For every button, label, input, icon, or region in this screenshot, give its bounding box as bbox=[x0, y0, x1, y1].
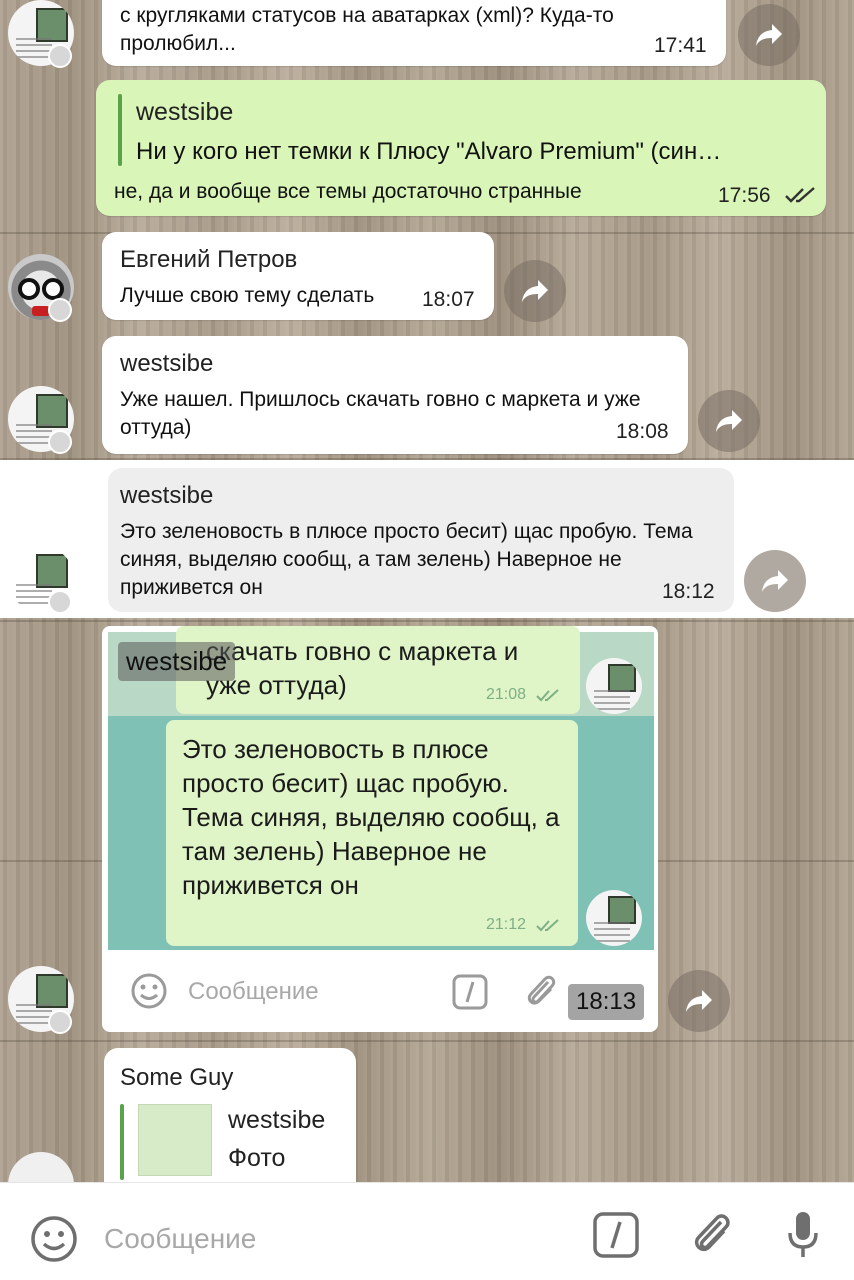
reply-author: westsibe bbox=[228, 1106, 326, 1134]
bot-command-icon[interactable] bbox=[592, 1211, 640, 1259]
share-arrow-icon bbox=[686, 990, 712, 1012]
share-arrow-icon bbox=[762, 570, 788, 592]
reply-text: Ни у кого нет темки к Плюсу "Alvaro Prem… bbox=[136, 138, 722, 165]
photo-top-time: 21:08 bbox=[486, 686, 527, 703]
forward-button[interactable] bbox=[744, 550, 806, 612]
message-bubble[interactable]: westsibe Уже нашел. Пришлось скачать гов… bbox=[102, 336, 688, 454]
reply-photo-thumbnail bbox=[138, 1104, 212, 1176]
microphone-icon[interactable] bbox=[786, 1209, 820, 1261]
status-dot bbox=[48, 430, 72, 454]
status-dot bbox=[48, 298, 72, 322]
message-bubble[interactable]: westsibe Это зеленовость в плюсе просто … bbox=[108, 468, 734, 612]
photo-main-time: 21:12 bbox=[486, 916, 527, 933]
status-dot bbox=[48, 1010, 72, 1034]
message-text: Уже нашел. Пришлось скачать говно с марк… bbox=[120, 388, 641, 439]
share-arrow-icon bbox=[522, 280, 548, 302]
command-slash-icon bbox=[452, 974, 488, 1010]
message-text: Это зеленовость в плюсе просто бесит) ща… bbox=[120, 520, 693, 599]
photo-main-bubble: Это зеленовость в плюсе просто бесит) ща… bbox=[166, 720, 578, 946]
message-time: 18:12 bbox=[662, 580, 715, 603]
message-text: не, да и вообще все темы достаточно стра… bbox=[114, 180, 582, 203]
photo-message[interactable]: скачать говно с маркета и уже оттуда) 21… bbox=[102, 626, 658, 1032]
message-time: 18:08 bbox=[616, 420, 669, 443]
forward-button[interactable] bbox=[504, 260, 566, 322]
share-arrow-icon bbox=[716, 410, 742, 432]
message-bubble[interactable]: с кругляками статусов на аватарках (xml)… bbox=[102, 0, 726, 66]
message-bubble[interactable]: Евгений Петров Лучше свою тему сделать 1… bbox=[102, 232, 494, 320]
read-checkmarks-icon bbox=[785, 187, 815, 203]
forward-button[interactable] bbox=[698, 390, 760, 452]
read-checkmarks-icon bbox=[536, 689, 559, 702]
reply-text: Фото bbox=[228, 1144, 286, 1172]
sender-name: westsibe bbox=[120, 482, 214, 509]
forward-button[interactable] bbox=[668, 970, 730, 1032]
photo-top-bubble: скачать говно с маркета и уже оттуда) 21… bbox=[176, 626, 580, 714]
read-checkmarks-icon bbox=[536, 919, 559, 932]
status-dot bbox=[48, 590, 72, 614]
forward-button[interactable] bbox=[738, 4, 800, 66]
photo-compose-placeholder: Сообщение bbox=[188, 978, 319, 1005]
photo-main-text: Это зеленовость в плюсе просто бесит) ща… bbox=[182, 734, 560, 900]
share-arrow-icon bbox=[756, 24, 782, 46]
message-bubble[interactable]: Some Guy westsibe Фото bbox=[104, 1048, 356, 1198]
attach-icon[interactable] bbox=[688, 1209, 736, 1261]
message-text: Лучше свою тему сделать bbox=[120, 284, 375, 307]
message-time: 17:56 bbox=[718, 184, 771, 207]
message-composer: Сообщение bbox=[0, 1182, 854, 1280]
attach-icon bbox=[527, 975, 556, 1005]
outgoing-message-bubble[interactable]: westsibe Ни у кого нет темки к Плюсу "Al… bbox=[96, 80, 826, 216]
message-text: с кругляками статусов на аватарках (xml)… bbox=[120, 4, 614, 55]
emoji-icon[interactable] bbox=[30, 1215, 78, 1263]
photo-avatar bbox=[586, 658, 642, 714]
photo-sender-overlay: westsibe bbox=[118, 642, 236, 681]
smiley-icon bbox=[131, 973, 167, 1009]
reply-author: westsibe bbox=[136, 98, 234, 126]
sender-name: Евгений Петров bbox=[120, 246, 298, 273]
sender-name: westsibe bbox=[120, 350, 214, 377]
message-time: 18:07 bbox=[422, 288, 475, 311]
photo-avatar bbox=[586, 890, 642, 946]
sender-name: Some Guy bbox=[120, 1064, 234, 1091]
status-dot bbox=[48, 44, 72, 68]
message-time: 18:13 bbox=[568, 984, 645, 1020]
message-time: 17:41 bbox=[654, 34, 707, 57]
message-input[interactable]: Сообщение bbox=[104, 1223, 256, 1255]
